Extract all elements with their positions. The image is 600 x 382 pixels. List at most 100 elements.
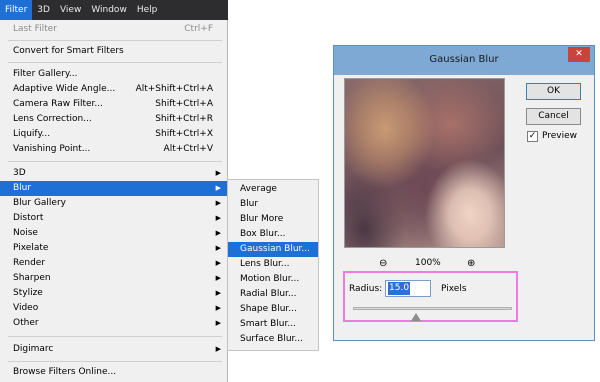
menu-item-label: Liquify... (13, 129, 51, 139)
zoom-out-icon[interactable]: ⊖ (379, 258, 387, 269)
menu-item-label: Blur Gallery (13, 198, 66, 208)
submenu-arrow-icon: ▶ (215, 214, 221, 222)
menu-item-digimarc[interactable]: Digimarc ▶ (0, 342, 228, 357)
filter-menu: Last Filter Ctrl+F Convert for Smart Fil… (0, 20, 228, 382)
menu-separator (8, 336, 222, 337)
menu-item-shortcut: Shift+Ctrl+X (155, 129, 213, 139)
menu-separator (8, 361, 222, 362)
menu-window[interactable]: Window (86, 0, 132, 20)
submenu-item-motion-blur[interactable]: Motion Blur... (228, 272, 318, 287)
menu-item-adaptive-wide-angle[interactable]: Adaptive Wide Angle... Alt+Shift+Ctrl+A (0, 82, 228, 97)
menu-separator (8, 62, 222, 63)
menu-item-label: Pixelate (13, 243, 49, 253)
submenu-arrow-icon: ▶ (215, 169, 221, 177)
close-button[interactable]: ✕ (568, 47, 590, 62)
menu-item-render[interactable]: Render ▶ (0, 256, 228, 271)
checkmark-icon: ✓ (528, 131, 537, 141)
menu-item-label: Adaptive Wide Angle... (13, 84, 116, 94)
menu-item-3d[interactable]: 3D ▶ (0, 166, 228, 181)
menu-item-lens-correction[interactable]: Lens Correction... Shift+Ctrl+R (0, 112, 228, 127)
cancel-button[interactable]: Cancel (526, 108, 581, 125)
menu-item-sharpen[interactable]: Sharpen ▶ (0, 271, 228, 286)
submenu-arrow-icon: ▶ (215, 304, 221, 312)
menu-item-camera-raw[interactable]: Camera Raw Filter... Shift+Ctrl+A (0, 97, 228, 112)
menu-item-label: Lens Correction... (13, 114, 92, 124)
menu-item-video[interactable]: Video ▶ (0, 301, 228, 316)
menu-item-shortcut: Shift+Ctrl+A (155, 99, 213, 109)
menu-item-liquify[interactable]: Liquify... Shift+Ctrl+X (0, 127, 228, 142)
zoom-in-icon[interactable]: ⊕ (467, 258, 475, 269)
menu-item-label: Sharpen (13, 273, 51, 283)
submenu-arrow-icon: ▶ (215, 289, 221, 297)
submenu-item-shape-blur[interactable]: Shape Blur... (228, 302, 318, 317)
radius-input[interactable]: 15.0 (385, 280, 431, 297)
preview-label: Preview (542, 131, 578, 141)
gaussian-blur-dialog: Gaussian Blur ✕ ⊖ 100% ⊕ Radius: 15.0 Pi… (333, 45, 595, 341)
menu-item-other[interactable]: Other ▶ (0, 316, 228, 331)
menu-separator (8, 161, 222, 162)
menu-item-label: Distort (13, 213, 44, 223)
menu-item-filter-gallery[interactable]: Filter Gallery... (0, 67, 228, 82)
blur-submenu: Average Blur Blur More Box Blur... Gauss… (227, 179, 319, 351)
submenu-arrow-icon: ▶ (215, 229, 221, 237)
menu-item-browse-filters-online[interactable]: Browse Filters Online... (0, 365, 228, 380)
radius-highlight-box: Radius: 15.0 Pixels (343, 271, 518, 322)
submenu-arrow-icon: ▶ (215, 184, 221, 192)
menu-item-label: Filter Gallery... (13, 69, 78, 79)
dialog-title: Gaussian Blur (429, 54, 499, 65)
menu-item-shortcut: Ctrl+F (184, 24, 213, 34)
menu-help[interactable]: Help (132, 0, 163, 20)
menu-item-blur-gallery[interactable]: Blur Gallery ▶ (0, 196, 228, 211)
submenu-item-average[interactable]: Average (228, 182, 318, 197)
menu-3d[interactable]: 3D (32, 0, 55, 20)
submenu-arrow-icon: ▶ (215, 259, 221, 267)
menu-item-noise[interactable]: Noise ▶ (0, 226, 228, 241)
submenu-item-gaussian-blur[interactable]: Gaussian Blur... (228, 242, 318, 257)
submenu-arrow-icon: ▶ (215, 244, 221, 252)
preview-checkbox[interactable]: ✓ (527, 131, 538, 142)
menu-item-distort[interactable]: Distort ▶ (0, 211, 228, 226)
submenu-item-surface-blur[interactable]: Surface Blur... (228, 332, 318, 347)
submenu-arrow-icon: ▶ (215, 345, 221, 353)
submenu-item-box-blur[interactable]: Box Blur... (228, 227, 318, 242)
menu-bar: Filter 3D View Window Help (0, 0, 228, 20)
menu-item-vanishing-point[interactable]: Vanishing Point... Alt+Ctrl+V (0, 142, 228, 157)
menu-separator (8, 40, 222, 41)
submenu-item-smart-blur[interactable]: Smart Blur... (228, 317, 318, 332)
menu-view[interactable]: View (55, 0, 86, 20)
menu-item-shortcut: Alt+Shift+Ctrl+A (135, 84, 213, 94)
menu-filter[interactable]: Filter (0, 0, 33, 20)
radius-slider-thumb[interactable] (411, 313, 421, 321)
menu-item-label: Camera Raw Filter... (13, 99, 104, 109)
zoom-level: 100% (415, 258, 441, 268)
menu-item-label: Blur (13, 183, 32, 193)
menu-item-label: Browse Filters Online... (13, 367, 117, 377)
submenu-item-blur[interactable]: Blur (228, 197, 318, 212)
menu-item-label: Last Filter (13, 24, 57, 34)
menu-item-label: Other (13, 318, 39, 328)
radius-slider-track[interactable] (353, 307, 512, 310)
submenu-item-radial-blur[interactable]: Radial Blur... (228, 287, 318, 302)
submenu-arrow-icon: ▶ (215, 319, 221, 327)
menu-item-label: Video (13, 303, 39, 313)
menu-item-label: 3D (13, 168, 26, 178)
submenu-item-blur-more[interactable]: Blur More (228, 212, 318, 227)
menu-item-last-filter: Last Filter Ctrl+F (0, 22, 228, 37)
menu-item-stylize[interactable]: Stylize ▶ (0, 286, 228, 301)
radius-value: 15.0 (388, 282, 411, 295)
ok-button[interactable]: OK (526, 83, 581, 100)
submenu-item-lens-blur[interactable]: Lens Blur... (228, 257, 318, 272)
menu-item-pixelate[interactable]: Pixelate ▶ (0, 241, 228, 256)
menu-item-shortcut: Shift+Ctrl+R (155, 114, 213, 124)
menu-item-convert-smart-filters[interactable]: Convert for Smart Filters (0, 44, 228, 59)
menu-item-shortcut: Alt+Ctrl+V (163, 144, 213, 154)
dialog-titlebar[interactable]: Gaussian Blur ✕ (334, 46, 594, 75)
menu-item-label: Vanishing Point... (13, 144, 91, 154)
menu-item-blur[interactable]: Blur ▶ (0, 181, 228, 196)
blur-preview-image[interactable] (344, 78, 505, 248)
submenu-arrow-icon: ▶ (215, 274, 221, 282)
radius-label: Radius: (349, 284, 383, 294)
menu-item-label: Stylize (13, 288, 43, 298)
menu-item-label: Digimarc (13, 344, 54, 354)
menu-item-label: Convert for Smart Filters (13, 46, 124, 56)
